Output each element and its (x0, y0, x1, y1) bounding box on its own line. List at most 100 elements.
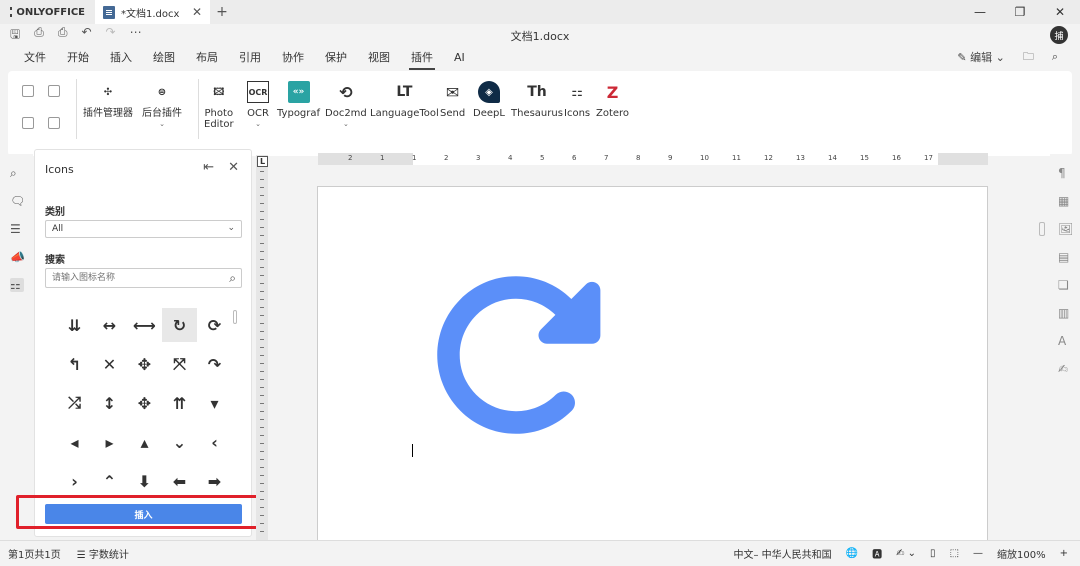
icon-item[interactable]: ‹ (197, 425, 232, 459)
close-panel-icon[interactable]: ✕ (228, 160, 239, 175)
sync-icon[interactable] (426, 265, 606, 445)
icon-item[interactable]: ↔ (92, 308, 127, 342)
typograf-button[interactable]: «» Typograf (277, 81, 320, 119)
zotero-button[interactable]: Z Zotero (596, 81, 629, 119)
word-count-button[interactable]: ☰ 字数统计 (77, 546, 129, 561)
text-art-icon[interactable]: A (1058, 334, 1072, 348)
signature-icon[interactable]: ✍ (1058, 362, 1072, 376)
icon-item[interactable]: ✕ (92, 347, 127, 381)
plugin-manager-button[interactable]: ✣ 插件管理器 (83, 81, 133, 120)
copy-icon[interactable] (22, 85, 34, 97)
icon-item[interactable]: ↷ (197, 347, 232, 381)
deepl-button[interactable]: ◈ DeepL (473, 81, 505, 119)
shape-settings-icon[interactable]: ❏ (1058, 278, 1072, 292)
menu-insert[interactable]: 插入 (110, 49, 132, 65)
menu-ai[interactable]: AI (454, 51, 465, 64)
menu-draw[interactable]: 绘图 (153, 49, 175, 65)
icon-item[interactable]: ⟳ (197, 308, 232, 342)
thesaurus-button[interactable]: Th Thesaurus (511, 81, 563, 120)
menu-file[interactable]: 文件 (24, 49, 46, 65)
cut-icon[interactable] (48, 85, 60, 97)
table-settings-icon[interactable]: ▦ (1058, 194, 1072, 208)
fit-width-icon[interactable]: ⬚ (950, 548, 959, 559)
image-edit-icon: 🖾 (213, 86, 225, 98)
icon-item[interactable]: ➡ (197, 464, 232, 498)
icons-plugin-icon[interactable]: ⚏ (10, 278, 24, 292)
add-tab-icon[interactable]: + (210, 4, 234, 20)
languagetool-button[interactable]: LT LanguageTool (370, 81, 439, 120)
icon-item[interactable]: ✥ (127, 347, 162, 381)
menu-protect[interactable]: 保护 (325, 49, 347, 65)
menu-view[interactable]: 视图 (368, 49, 390, 65)
photo-editor-button[interactable]: 🖾 Photo Editor (204, 81, 234, 131)
feedback-icon[interactable]: 📣 (10, 250, 25, 264)
icon-item[interactable]: ✥ (127, 386, 162, 420)
icon-item[interactable]: ⌃ (92, 464, 127, 498)
icons-button[interactable]: ⚏ Icons (564, 81, 590, 120)
search-icon[interactable]: ⌕ (10, 166, 24, 180)
category-select[interactable]: All ⌄ (45, 220, 242, 238)
zoom-level[interactable]: 缩放100% (997, 546, 1046, 561)
language-selector[interactable]: 中文– 中华人民共和国 (733, 546, 831, 561)
user-avatar[interactable]: 捕 (1050, 26, 1068, 44)
menu-plugins[interactable]: 插件 (409, 49, 435, 70)
format-painter-icon[interactable] (48, 117, 60, 129)
track-changes-icon[interactable]: ✍ ⌄ (896, 548, 916, 559)
document-page[interactable] (317, 186, 988, 540)
menu-home[interactable]: 开始 (67, 49, 89, 65)
icon-item[interactable]: ⬇ (127, 464, 162, 498)
icon-item[interactable]: ⤧ (162, 347, 197, 381)
icon-item[interactable]: › (57, 464, 92, 498)
icon-item-selected[interactable]: ↻ (162, 308, 197, 342)
icon-item[interactable]: ↰ (57, 347, 92, 381)
search-label: 搜索 (45, 255, 65, 266)
icon-list-scrollbar[interactable] (233, 310, 237, 324)
icon-item[interactable]: ⇊ (57, 308, 92, 342)
icon-item[interactable]: ⬅ (162, 464, 197, 498)
icon-item[interactable]: ▸ (92, 425, 127, 459)
send-button[interactable]: ✉ Send (440, 81, 465, 119)
icon-item[interactable]: ⇈ (162, 386, 197, 420)
minimize-button[interactable]: — (960, 5, 1000, 19)
icon-item[interactable]: ▾ (197, 386, 232, 420)
icon-item[interactable]: ↕ (92, 386, 127, 420)
folder-icon[interactable]: 🗀 (1023, 48, 1034, 67)
comments-icon[interactable]: 🗨 (10, 194, 25, 208)
paragraph-settings-icon[interactable]: ¶ (1058, 166, 1072, 180)
header-footer-icon[interactable]: ▤ (1058, 250, 1072, 264)
close-tab-icon[interactable]: ✕ (192, 5, 202, 19)
icon-item[interactable]: ⟷ (127, 308, 162, 342)
icon-item[interactable]: ⌄ (162, 425, 197, 459)
menu-references[interactable]: 引用 (239, 49, 261, 65)
close-window-button[interactable]: ✕ (1040, 5, 1080, 19)
icon-item[interactable]: ▴ (127, 425, 162, 459)
scrollbar-thumb[interactable] (1039, 222, 1045, 236)
search-icon[interactable]: ⌕ (1052, 50, 1058, 64)
doc2md-button[interactable]: ⟲ Doc2md ⌄ (325, 81, 367, 130)
search-icon[interactable]: ⌕ (229, 271, 236, 286)
document-tab[interactable]: *文档1.docx ✕ (95, 0, 210, 24)
tab-stop-selector[interactable]: L (257, 156, 268, 167)
collapse-panel-icon[interactable]: ⇤ (203, 160, 214, 175)
restore-button[interactable]: ❐ (1000, 5, 1040, 19)
fit-page-icon[interactable]: ▯ (930, 548, 936, 559)
icon-item[interactable]: ⤮ (57, 386, 92, 420)
edit-mode-button[interactable]: ✎ 编辑 ⌄ (957, 49, 1004, 65)
image-settings-icon[interactable]: 🖼 (1058, 222, 1073, 236)
ocr-button[interactable]: OCR OCR ⌄ (247, 81, 269, 130)
zoom-out-icon[interactable]: — (973, 548, 983, 559)
icons-plugin-icon: ⚏ (571, 84, 583, 100)
menu-layout[interactable]: 布局 (196, 49, 218, 65)
navigation-icon[interactable]: ☰ (10, 222, 24, 236)
chart-settings-icon[interactable]: ▥ (1058, 306, 1072, 320)
paste-icon[interactable] (22, 117, 34, 129)
icon-search-input[interactable] (46, 269, 216, 287)
icon-item[interactable]: ◂ (57, 425, 92, 459)
document-scrollbar[interactable] (1037, 160, 1047, 540)
globe-icon[interactable]: 🌐 (846, 548, 858, 559)
spellcheck-icon[interactable]: 🅰 (872, 546, 882, 561)
background-plugins-button[interactable]: ⊜ 后台插件 ⌄ (142, 81, 182, 130)
zoom-in-icon[interactable]: + (1060, 548, 1068, 559)
ruler-number: 10 (700, 154, 709, 162)
menu-collaborate[interactable]: 协作 (282, 49, 304, 65)
